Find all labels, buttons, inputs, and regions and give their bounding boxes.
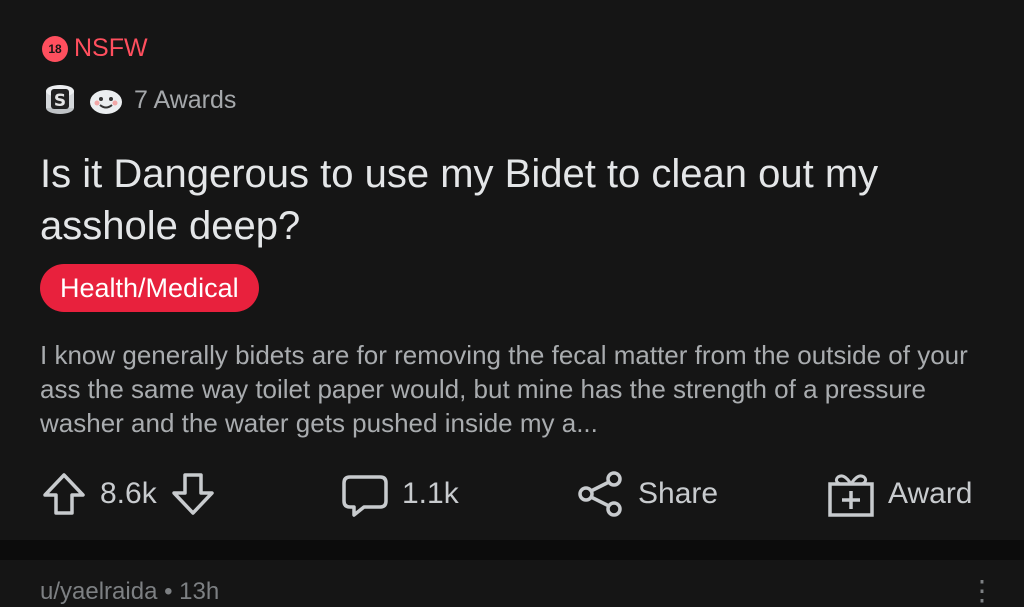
arrow-up-icon <box>43 473 85 515</box>
share-label: Share <box>638 477 719 510</box>
silver-award-icon: S <box>42 82 78 118</box>
arrow-down-icon <box>171 473 214 515</box>
comments-button[interactable]: 1.1k <box>340 466 459 522</box>
comment-count: 1.1k <box>402 477 459 510</box>
share-button[interactable]: Share <box>576 466 718 522</box>
svg-text:S: S <box>54 91 66 111</box>
awards-row[interactable]: S 7 Awards <box>42 82 236 118</box>
action-bar: 8.6k 1.1k Share Award <box>0 466 1024 522</box>
post-flair[interactable]: Health/Medical <box>40 264 259 312</box>
wholesome-award-icon <box>88 82 124 118</box>
post-card[interactable]: 18 NSFW S 7 Awards Is it Dangerous to us… <box>0 0 1024 540</box>
award-label: Award <box>888 477 973 510</box>
awards-count: 7 Awards <box>134 85 237 114</box>
post-title[interactable]: Is it Dangerous to use my Bidet to clean… <box>40 148 980 252</box>
upvote-button[interactable] <box>40 470 88 518</box>
more-vertical-icon[interactable]: ⋮ <box>968 574 996 607</box>
nsfw-tag: 18 NSFW <box>42 34 148 63</box>
award-button[interactable]: Award <box>826 466 973 522</box>
feed-separator <box>0 540 1024 560</box>
nsfw-18-badge: 18 <box>42 35 68 62</box>
downvote-button[interactable] <box>169 470 217 518</box>
vote-group: 8.6k <box>40 466 217 522</box>
share-icon <box>578 471 622 517</box>
post-body-preview[interactable]: I know generally bidets are for removing… <box>40 338 990 440</box>
gift-box-icon <box>828 474 874 517</box>
nsfw-label: NSFW <box>74 34 148 62</box>
comment-bubble-icon <box>342 475 388 517</box>
next-post-meta[interactable]: u/yaelraida • 13h <box>40 578 219 606</box>
vote-count: 8.6k <box>100 477 157 510</box>
